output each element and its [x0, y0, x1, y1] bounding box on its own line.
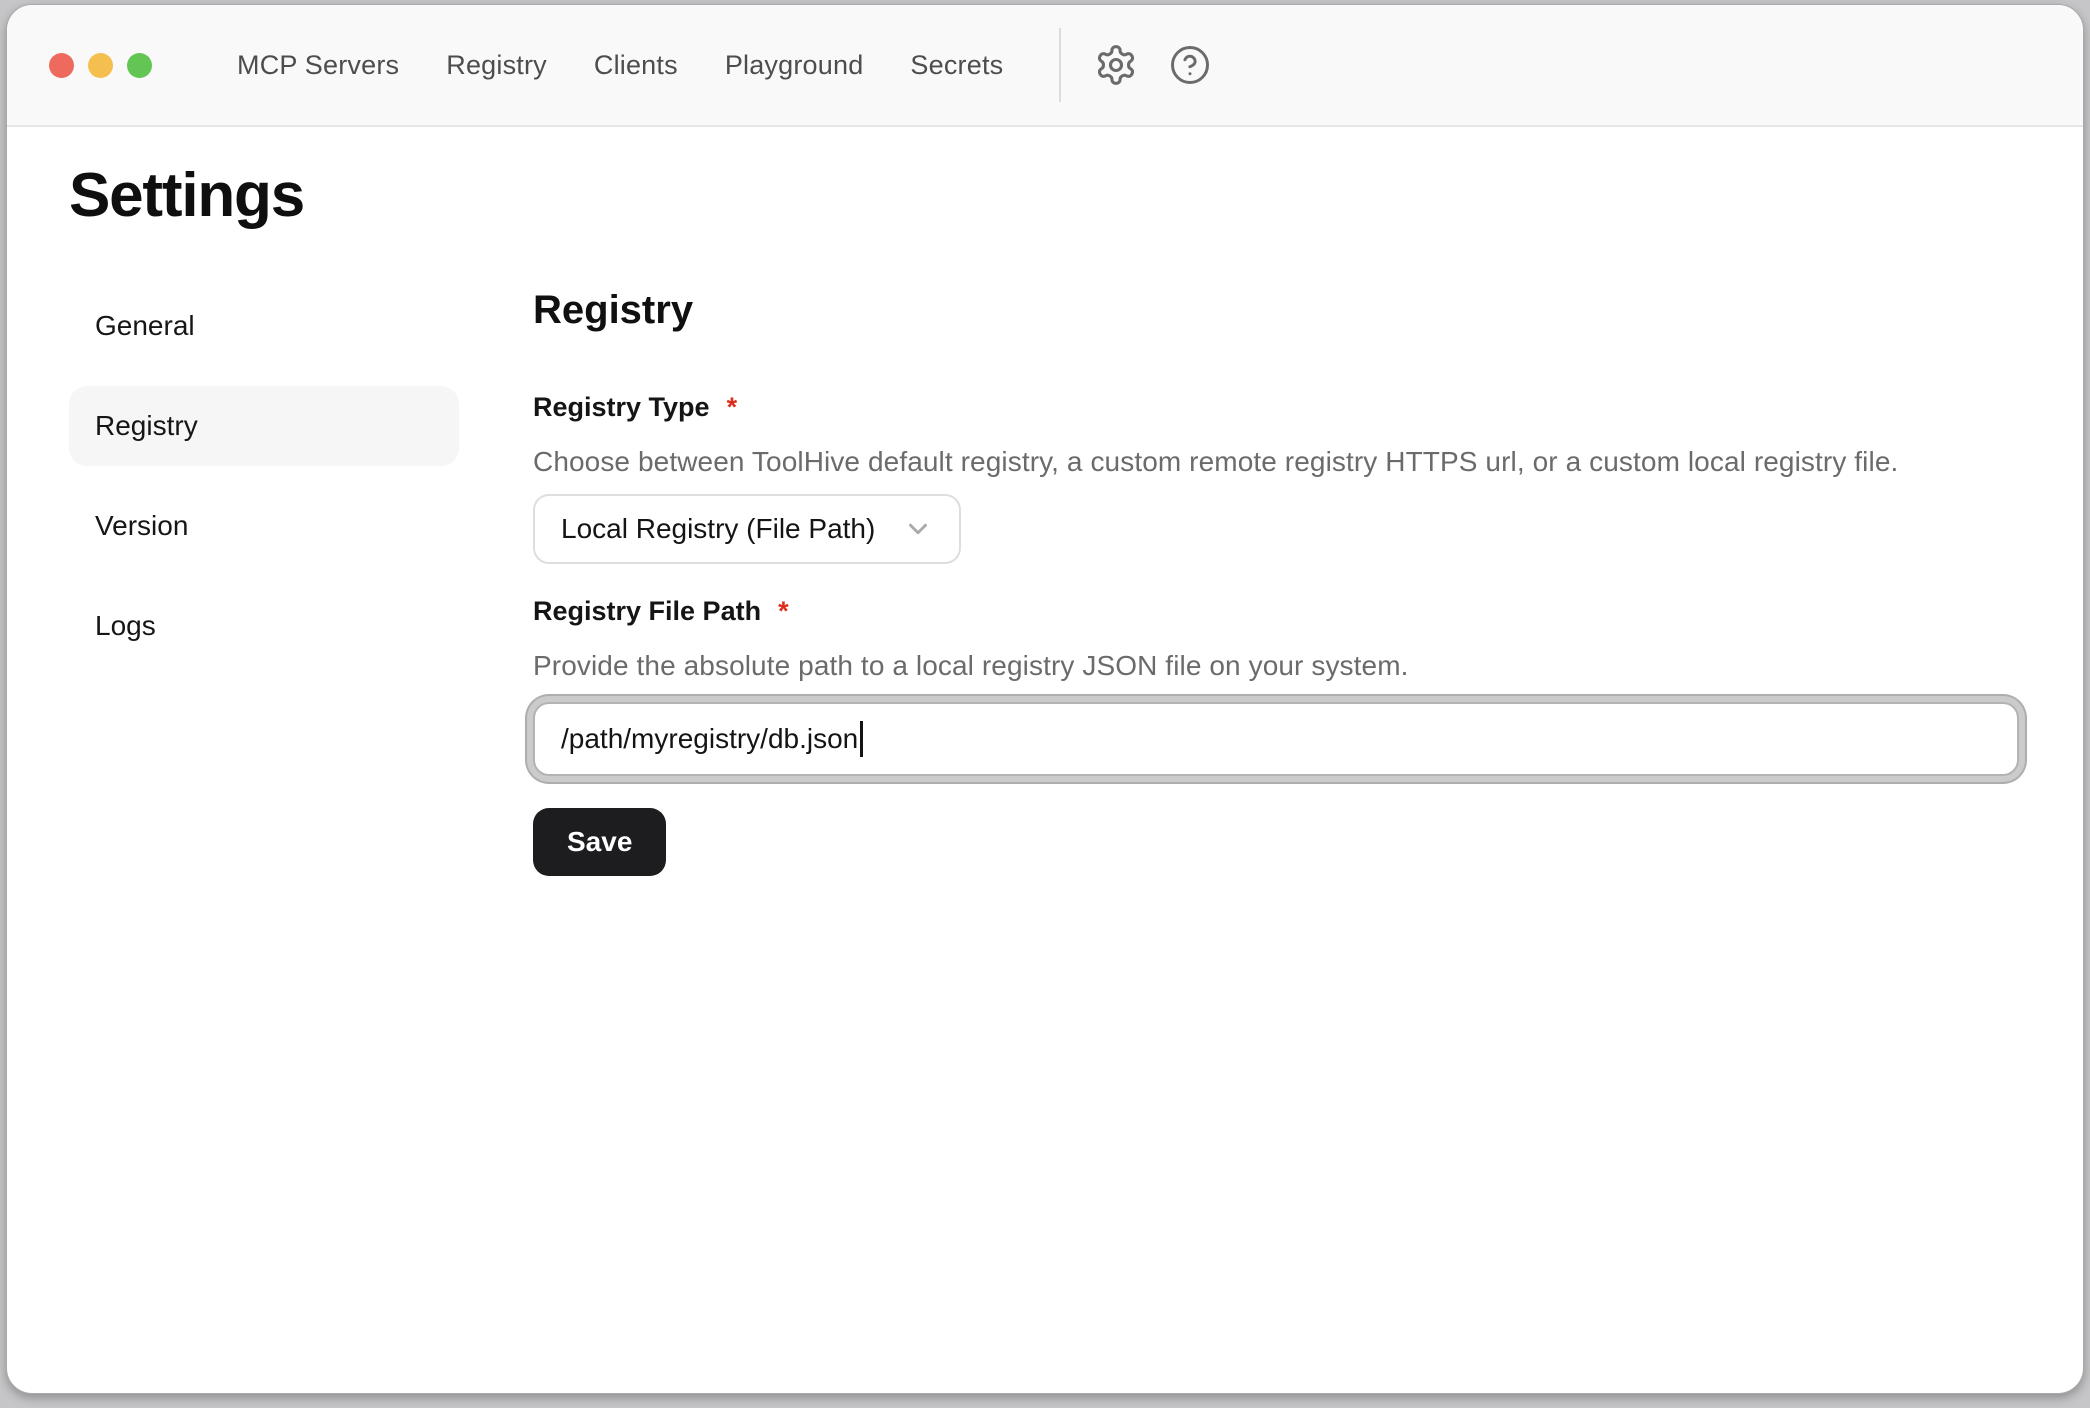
traffic-lights	[49, 53, 152, 78]
nav-item-clients[interactable]: Clients	[594, 50, 678, 81]
page-title: Settings	[69, 161, 2019, 230]
app-window: MCP Servers Registry Clients Playground …	[6, 4, 2084, 1394]
nav-item-playground[interactable]: Playground	[725, 50, 864, 81]
title-bar[interactable]: MCP Servers Registry Clients Playground …	[7, 5, 2083, 127]
registry-file-path-description: Provide the absolute path to a local reg…	[533, 650, 2019, 682]
close-window-button[interactable]	[49, 53, 74, 78]
registry-type-selected-value: Local Registry (File Path)	[561, 513, 875, 545]
zoom-window-button[interactable]	[127, 53, 152, 78]
settings-sidebar: General Registry Version Logs	[69, 286, 459, 686]
registry-type-label-row: Registry Type *	[533, 392, 2019, 423]
registry-type-description: Choose between ToolHive default registry…	[533, 446, 2019, 478]
required-asterisk: *	[778, 596, 789, 627]
nav-item-secrets[interactable]: Secrets	[910, 50, 1003, 81]
settings-page: Settings General Registry Version Logs R…	[7, 127, 2083, 876]
sidebar-item-version[interactable]: Version	[69, 486, 459, 566]
section-title: Registry	[533, 286, 2019, 334]
registry-file-path-value: /path/myregistry/db.json	[561, 723, 858, 755]
registry-type-label: Registry Type	[533, 392, 710, 423]
help-circle-icon[interactable]	[1167, 42, 1213, 88]
registry-type-select[interactable]: Local Registry (File Path)	[533, 494, 961, 564]
registry-file-path-label-row: Registry File Path *	[533, 596, 2019, 627]
desktop-background: MCP Servers Registry Clients Playground …	[0, 0, 2090, 1408]
nav-item-registry[interactable]: Registry	[446, 50, 547, 81]
settings-gear-icon[interactable]	[1093, 42, 1139, 88]
nav-item-mcp-servers[interactable]: MCP Servers	[237, 50, 399, 81]
sidebar-item-logs[interactable]: Logs	[69, 586, 459, 666]
nav-divider	[1059, 28, 1061, 102]
text-cursor	[860, 721, 863, 757]
registry-file-path-label: Registry File Path	[533, 596, 761, 627]
save-button[interactable]: Save	[533, 808, 666, 876]
topbar-icons	[1093, 42, 1213, 88]
registry-file-path-input[interactable]: /path/myregistry/db.json	[533, 702, 2019, 776]
registry-settings-panel: Registry Registry Type * Choose between …	[533, 286, 2019, 876]
minimize-window-button[interactable]	[88, 53, 113, 78]
sidebar-item-registry[interactable]: Registry	[69, 386, 459, 466]
top-navigation: MCP Servers Registry Clients Playground …	[237, 50, 1003, 81]
chevron-down-icon	[903, 514, 933, 544]
required-asterisk: *	[727, 392, 738, 423]
sidebar-item-general[interactable]: General	[69, 286, 459, 366]
